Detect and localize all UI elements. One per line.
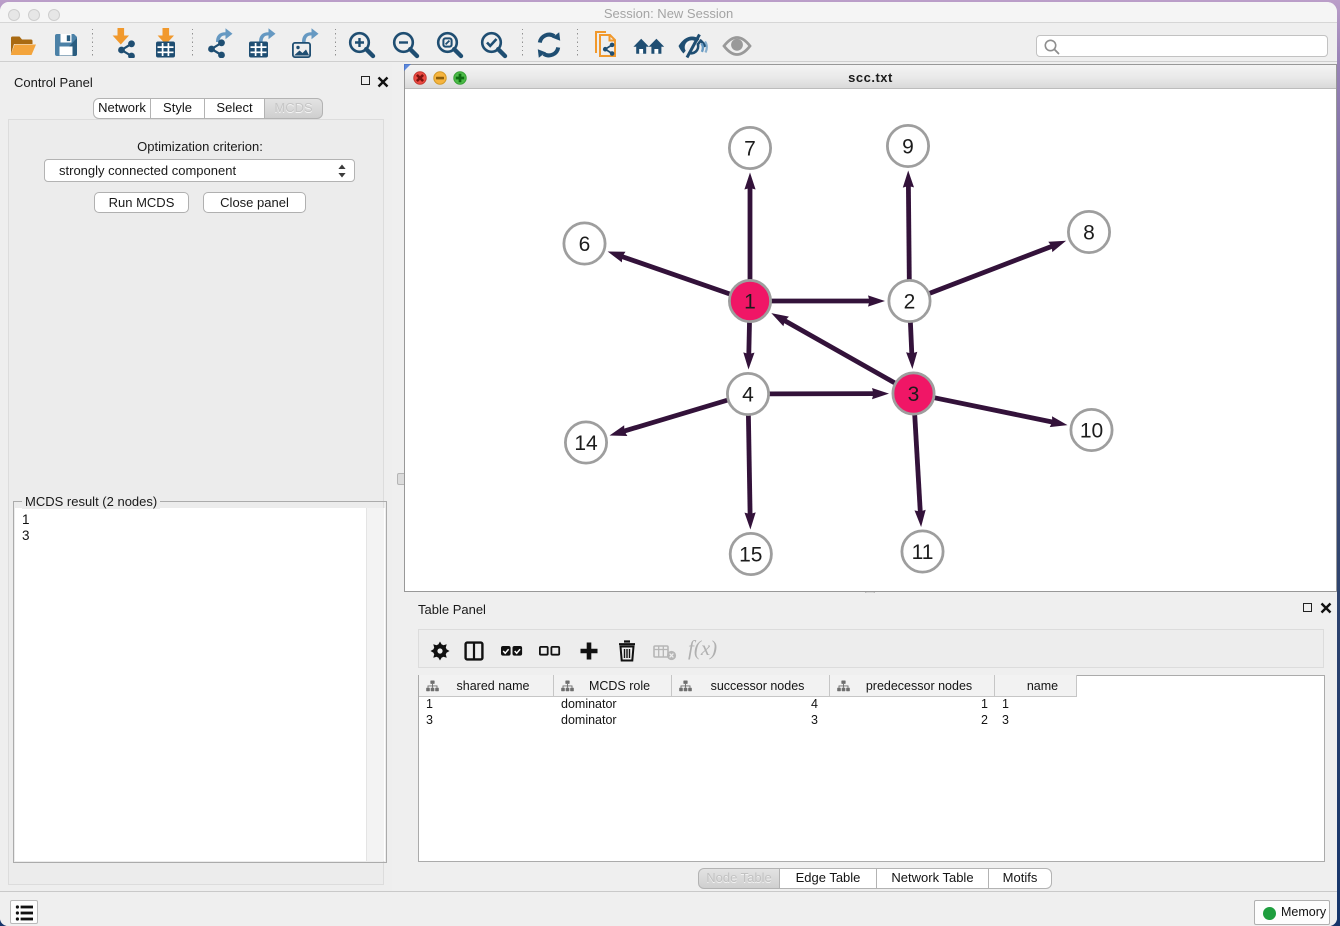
svg-text:14: 14 <box>574 432 598 455</box>
svg-text:6: 6 <box>579 233 591 256</box>
svg-text:2: 2 <box>904 290 916 313</box>
svg-text:1: 1 <box>744 290 756 313</box>
svg-text:8: 8 <box>1083 221 1095 244</box>
svg-text:7: 7 <box>744 137 756 160</box>
svg-text:3: 3 <box>908 383 920 406</box>
svg-text:15: 15 <box>739 543 762 566</box>
svg-text:11: 11 <box>912 541 934 564</box>
svg-text:9: 9 <box>902 135 914 158</box>
svg-text:10: 10 <box>1080 419 1103 442</box>
svg-text:4: 4 <box>742 383 754 406</box>
